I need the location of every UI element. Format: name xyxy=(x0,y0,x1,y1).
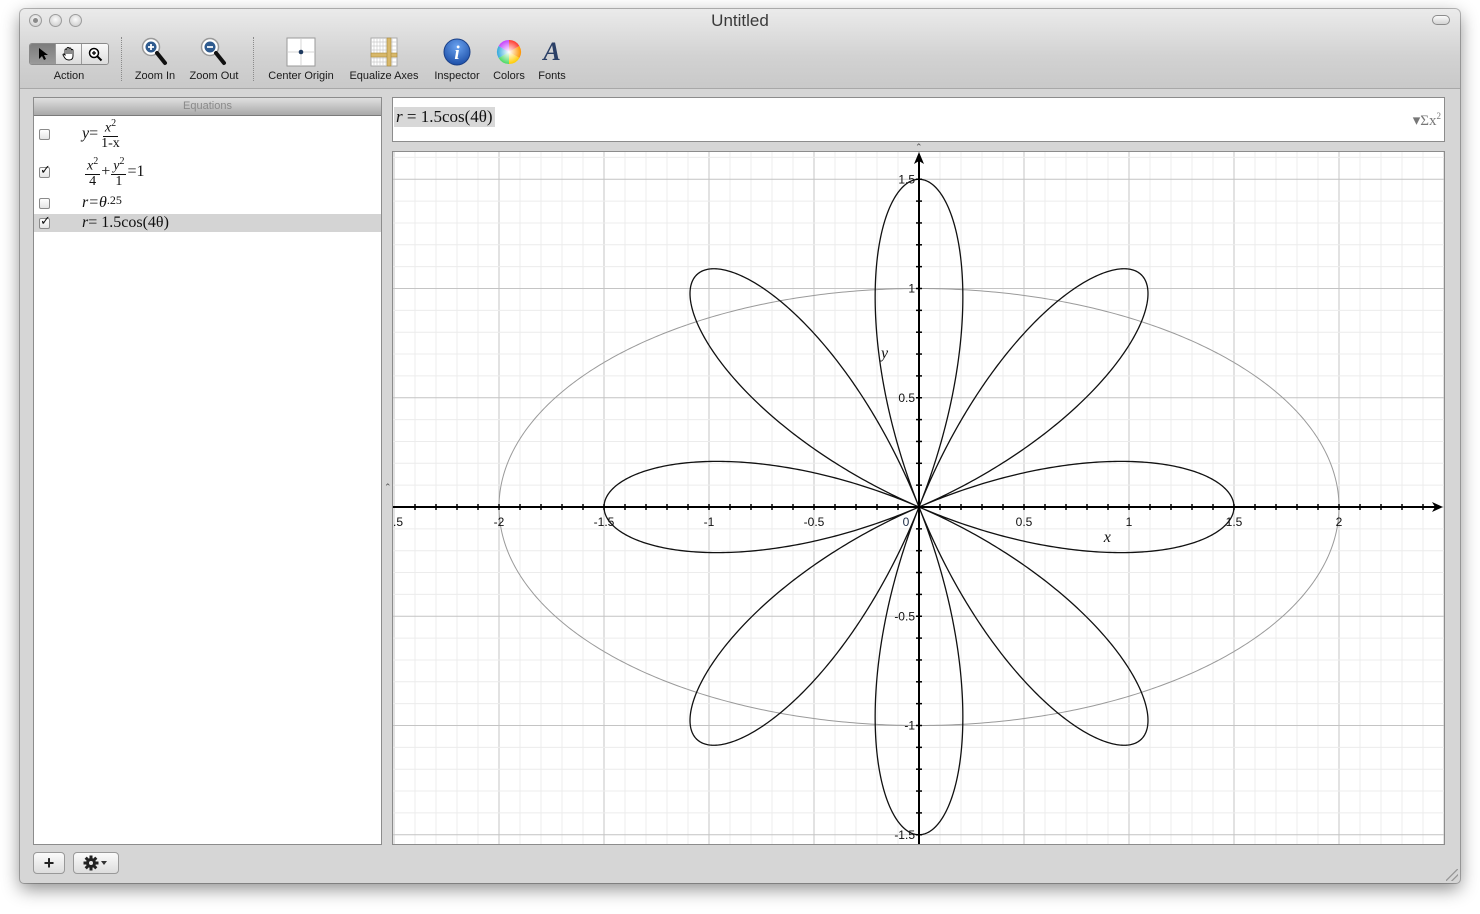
y-tick-label: 1 xyxy=(908,282,915,296)
titlebar: Untitled Action Zoom In Zoom Out Center … xyxy=(20,9,1460,89)
x-tick-label: 1.5 xyxy=(1226,515,1243,529)
toolbar-separator xyxy=(253,37,254,81)
arrow-pointer-icon xyxy=(38,48,48,60)
fonts-label: Fonts xyxy=(538,70,566,82)
zoom-out-icon xyxy=(200,37,226,65)
eq-den: 4 xyxy=(89,173,97,189)
inspector-button[interactable]: i Inspector xyxy=(430,36,484,82)
eq-den: 1 xyxy=(115,173,123,189)
eq-rhs: =1 xyxy=(127,163,145,180)
y-tick-label: -1 xyxy=(904,719,915,733)
magnify-tool[interactable] xyxy=(82,44,108,64)
formula-expression: = 1.5cos(4θ) xyxy=(402,107,493,126)
equation-row-selected[interactable]: r= 1.5cos(4θ) xyxy=(34,214,381,232)
splitter-handle-left[interactable]: ⌃ xyxy=(384,482,392,493)
equation-label: r = 1.5cos(4θ) xyxy=(82,214,169,232)
y-tick-label: -1.5 xyxy=(894,828,915,842)
eq-rhs: = 1.5cos(4θ) xyxy=(88,214,169,231)
eq-den: 1-x xyxy=(101,135,120,151)
eq-sup: 2 xyxy=(93,156,99,168)
eq-sup: 2 xyxy=(119,156,125,168)
equations-panel: Equations y= x21-x x24+y21=1 r=θ.25 r= 1… xyxy=(33,97,382,845)
x-tick-label: 0 xyxy=(903,515,910,529)
formula-input[interactable]: r = 1.5cos(4θ) ▾Σx2 xyxy=(392,97,1445,142)
formula-var: r xyxy=(396,107,403,126)
x-tick-label: 0.5 xyxy=(1016,515,1033,529)
equalize-axes-icon xyxy=(370,37,398,67)
hand-icon xyxy=(62,47,73,61)
color-wheel-icon xyxy=(496,39,522,64)
plot-svg: .5 -2 -1.5 -1 -0.5 0 0.5 1 1.5 2 1.5 1 0.5 -0.5 -1 -1.5… xyxy=(393,152,1444,844)
colors-label: Colors xyxy=(493,70,525,82)
gear-menu-button[interactable] xyxy=(73,852,119,874)
window-title: Untitled xyxy=(711,11,769,30)
x-axis-label: x xyxy=(1103,529,1111,546)
plus-icon: + xyxy=(43,852,55,873)
hand-tool[interactable] xyxy=(56,44,82,64)
eq-lhs: y xyxy=(82,125,90,142)
x-tick-label: 2 xyxy=(1336,515,1343,529)
toolbar-separator xyxy=(121,37,122,81)
equation-label: r=θ .25 xyxy=(82,192,122,212)
zoom-in-button[interactable]: Zoom In xyxy=(130,36,180,82)
info-icon: i xyxy=(443,38,471,66)
equalize-axes-label: Equalize Axes xyxy=(349,70,419,82)
equation-visible-checkbox[interactable] xyxy=(39,214,51,229)
equation-row[interactable]: y = x2 1-x xyxy=(34,116,381,152)
equation-visible-checkbox[interactable] xyxy=(39,163,51,178)
zoom-magnifier-icon xyxy=(88,47,102,61)
eq-num-sup: 2 xyxy=(111,118,117,130)
zoom-in-label: Zoom In xyxy=(134,70,176,82)
fonts-button[interactable]: A Fonts xyxy=(534,36,570,82)
gear-icon xyxy=(83,855,107,871)
zoom-in-icon xyxy=(141,37,167,65)
y-tick-label: -0.5 xyxy=(894,609,915,623)
eq-sup: .25 xyxy=(106,192,122,207)
x-tick-label: -0.5 xyxy=(804,515,825,529)
equation-row[interactable]: x24+y21=1 xyxy=(34,152,381,192)
equalize-axes-button[interactable]: Equalize Axes xyxy=(346,36,422,82)
equation-label: y = x2 1-x xyxy=(82,118,120,151)
equation-visible-checkbox[interactable] xyxy=(39,197,50,209)
app-window: Untitled Action Zoom In Zoom Out Center … xyxy=(20,9,1460,883)
x-tick-label: .5 xyxy=(393,515,403,529)
y-tick-label: 0.5 xyxy=(898,391,915,405)
x-tick-label: -2 xyxy=(494,515,505,529)
y-axis-label: y xyxy=(879,345,889,362)
equation-palette-button[interactable]: ▾Σx2 xyxy=(1413,111,1441,130)
svg-text:i: i xyxy=(454,43,460,64)
formula-text: r = 1.5cos(4θ) xyxy=(394,107,495,127)
equation-visible-checkbox[interactable] xyxy=(39,128,50,140)
action-label: Action xyxy=(53,70,85,82)
colors-button[interactable]: Colors xyxy=(488,36,530,82)
equations-header: Equations xyxy=(34,98,381,116)
equation-row[interactable]: r=θ .25 xyxy=(34,192,381,214)
toolbar-toggle-button[interactable] xyxy=(1432,15,1450,25)
action-segmented-control[interactable] xyxy=(29,43,109,65)
window-resize-grip[interactable] xyxy=(1446,869,1458,881)
x-tick-label: -1.5 xyxy=(594,515,615,529)
center-origin-label: Center Origin xyxy=(268,70,334,82)
y-tick-label: 1.5 xyxy=(898,172,915,186)
center-origin-button[interactable]: Center Origin xyxy=(264,36,338,82)
add-equation-button[interactable]: + xyxy=(33,852,65,874)
graph-canvas[interactable]: .5 -2 -1.5 -1 -0.5 0 0.5 1 1.5 2 1.5 1 0.5 -0.5 -1 -1.5… xyxy=(392,151,1445,845)
equation-label: x2 4 + y2 1 =1 xyxy=(85,156,145,189)
action-tool-group: Action xyxy=(29,36,109,82)
center-origin-icon xyxy=(286,37,316,67)
font-a-icon: A xyxy=(543,37,561,66)
zoom-out-label: Zoom Out xyxy=(189,70,239,82)
x-tick-label: 1 xyxy=(1126,515,1133,529)
x-tick-label: -1 xyxy=(704,515,715,529)
zoom-out-button[interactable]: Zoom Out xyxy=(186,36,242,82)
inspector-label: Inspector xyxy=(434,70,480,82)
eq-lhs: r=θ xyxy=(82,194,107,211)
arrow-pointer-tool[interactable] xyxy=(30,44,56,64)
